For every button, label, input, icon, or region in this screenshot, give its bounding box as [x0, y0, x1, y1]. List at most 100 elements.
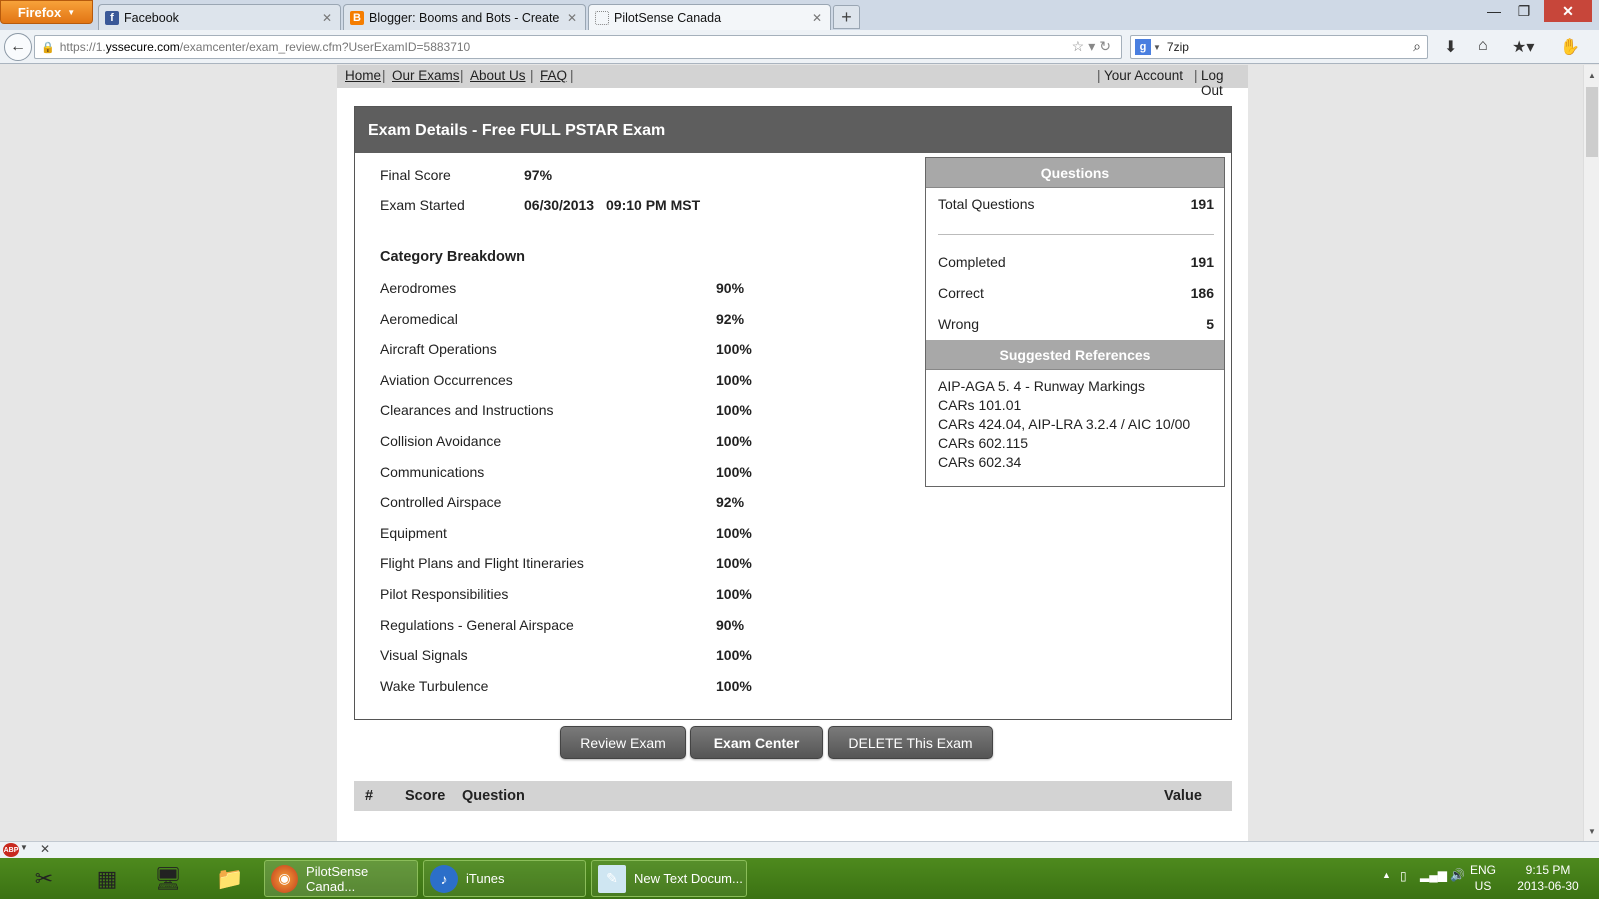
exam-started-time: 09:10 PM MST: [606, 197, 701, 213]
task-firefox[interactable]: ◉ PilotSense Canad...: [264, 860, 418, 897]
category-score: 92%: [716, 494, 745, 511]
nav-separator: |: [460, 68, 464, 83]
tab-title: PilotSense Canada: [614, 11, 722, 25]
file-explorer-icon[interactable]: 📁: [210, 862, 250, 896]
completed-label: Completed: [938, 254, 1006, 270]
wrong-row: Wrong 5: [938, 316, 1214, 332]
addon-hand-icon[interactable]: ✋: [1560, 37, 1580, 57]
tab-blogger[interactable]: B Blogger: Booms and Bots - Create post …: [343, 4, 586, 30]
category-score: 100%: [716, 647, 752, 664]
category-score: 100%: [716, 555, 752, 572]
category-score: 90%: [716, 280, 745, 296]
exam-details-title: Exam Details - Free FULL PSTAR Exam: [355, 107, 1231, 153]
windows-taskbar: ✂ ▦ 🖥 📁 ◉ PilotSense Canad... ♪ iTunes ✎…: [0, 858, 1599, 899]
back-button[interactable]: ←: [4, 33, 32, 61]
category-score: 100%: [716, 402, 752, 419]
signal-bars-icon[interactable]: ▂▄▆: [1420, 868, 1447, 882]
volume-icon[interactable]: 🔊: [1450, 868, 1465, 882]
close-icon[interactable]: ✕: [322, 11, 332, 25]
navigation-toolbar: ← 🔒 https://1. yssecure.com/examcenter/ex…: [0, 30, 1599, 64]
column-question: Question: [462, 788, 525, 804]
close-icon[interactable]: ✕: [40, 842, 50, 856]
reference-item: CARs 602.115: [938, 435, 1029, 451]
scroll-down-icon[interactable]: ▼: [1584, 823, 1599, 839]
clock[interactable]: 9:15 PM 2013-06-30: [1508, 862, 1588, 894]
nav-link-your-account[interactable]: Your Account: [1104, 68, 1183, 83]
nav-link-home[interactable]: Home: [345, 68, 381, 83]
nav-link-log-out[interactable]: Log Out: [1201, 68, 1248, 98]
delete-exam-button[interactable]: DELETE This Exam: [828, 726, 993, 759]
close-icon[interactable]: ✕: [812, 11, 822, 25]
firefox-menu-button[interactable]: Firefox ▼: [0, 0, 93, 24]
url-prefix: https://1.: [59, 40, 106, 54]
category-name: Pilot Responsibilities: [380, 586, 509, 602]
vertical-scrollbar[interactable]: ▲ ▼: [1583, 65, 1599, 841]
reload-icon[interactable]: ↻: [1099, 38, 1115, 54]
task-label: iTunes: [466, 871, 505, 886]
tab-facebook[interactable]: f Facebook ✕: [98, 4, 341, 30]
scrollbar-thumb[interactable]: [1586, 87, 1598, 157]
scroll-up-icon[interactable]: ▲: [1584, 67, 1599, 83]
page-viewport: Home | Our Exams | About Us | FAQ | | Yo…: [0, 65, 1583, 841]
column-score: Score: [405, 788, 446, 804]
final-score-value: 97%: [524, 167, 553, 183]
nav-link-our-exams[interactable]: Our Exams: [392, 68, 460, 83]
firefox-menu-label: Firefox: [17, 4, 62, 20]
wrong-value: 5: [1206, 316, 1214, 332]
url-host: yssecure.com: [105, 40, 180, 54]
google-icon[interactable]: g: [1135, 39, 1151, 55]
history-dropdown-icon[interactable]: ▾: [1088, 38, 1099, 54]
downloads-icon[interactable]: ⬇: [1444, 37, 1457, 57]
suggested-references-title: Suggested References: [926, 340, 1224, 370]
snipping-tool-icon[interactable]: ✂: [24, 862, 64, 896]
reference-item: CARs 602.34: [938, 454, 1022, 470]
clock-time: 9:15 PM: [1525, 863, 1571, 877]
search-bar[interactable]: g ▼ 7zip ⌕: [1130, 35, 1428, 59]
chevron-down-icon[interactable]: ▼: [1153, 43, 1161, 52]
window-close-button[interactable]: ✕: [1544, 0, 1592, 22]
search-icon[interactable]: ⌕: [1413, 38, 1421, 55]
correct-label: Correct: [938, 285, 984, 301]
exam-center-button[interactable]: Exam Center: [690, 726, 823, 759]
url-path: /examcenter/exam_review.cfm?UserExamID=5…: [179, 40, 471, 54]
bookmarks-icon[interactable]: ★▾: [1512, 37, 1534, 57]
tab-pilotsense[interactable]: PilotSense Canada ✕: [588, 4, 831, 31]
language-code: ENG: [1470, 863, 1497, 877]
network-device-icon[interactable]: ▯: [1400, 869, 1407, 883]
bookmark-star-icon[interactable]: ☆: [1072, 38, 1089, 54]
nav-link-about-us[interactable]: About Us: [470, 68, 526, 83]
divider: [938, 234, 1214, 235]
minimize-button[interactable]: —: [1482, 0, 1506, 22]
category-name: Communications: [380, 463, 485, 480]
total-questions-label: Total Questions: [938, 196, 1035, 212]
review-exam-button[interactable]: Review Exam: [560, 726, 686, 759]
search-input[interactable]: 7zip: [1167, 40, 1189, 54]
language-indicator[interactable]: ENG US: [1470, 862, 1496, 894]
chevron-down-icon[interactable]: ▼: [20, 843, 28, 852]
control-panel-icon[interactable]: 🖥: [148, 862, 188, 896]
restore-button[interactable]: ❐: [1512, 0, 1536, 22]
adblock-plus-icon[interactable]: ABP: [3, 843, 19, 857]
nav-link-faq[interactable]: FAQ: [540, 68, 567, 83]
questions-summary-box: Questions Total Questions 191 Completed 19…: [925, 157, 1225, 487]
region-code: US: [1474, 879, 1492, 893]
task-notepad[interactable]: ✎ New Text Docum...: [591, 860, 747, 897]
category-score: 100%: [716, 371, 752, 388]
chevron-down-icon: ▼: [67, 7, 76, 17]
category-name: Wake Turbulence: [380, 677, 489, 694]
show-hidden-icons-icon[interactable]: ▲: [1382, 870, 1391, 880]
task-itunes[interactable]: ♪ iTunes: [423, 860, 586, 897]
new-tab-button[interactable]: +: [833, 5, 860, 29]
close-icon[interactable]: ✕: [567, 11, 577, 25]
blank-page-icon: [595, 11, 609, 25]
wrong-label: Wrong: [938, 316, 979, 332]
nav-separator: |: [1194, 68, 1198, 83]
media-app-icon[interactable]: ▦: [87, 862, 127, 896]
total-questions-value: 191: [1190, 196, 1214, 212]
column-number: #: [365, 788, 374, 804]
correct-value: 186: [1190, 285, 1214, 301]
url-bar[interactable]: 🔒 https://1. yssecure.com/examcenter/exam…: [34, 35, 1122, 59]
itunes-icon: ♪: [430, 864, 458, 893]
home-icon[interactable]: ⌂: [1478, 37, 1488, 55]
category-name: Regulations - General Airspace: [380, 616, 574, 633]
